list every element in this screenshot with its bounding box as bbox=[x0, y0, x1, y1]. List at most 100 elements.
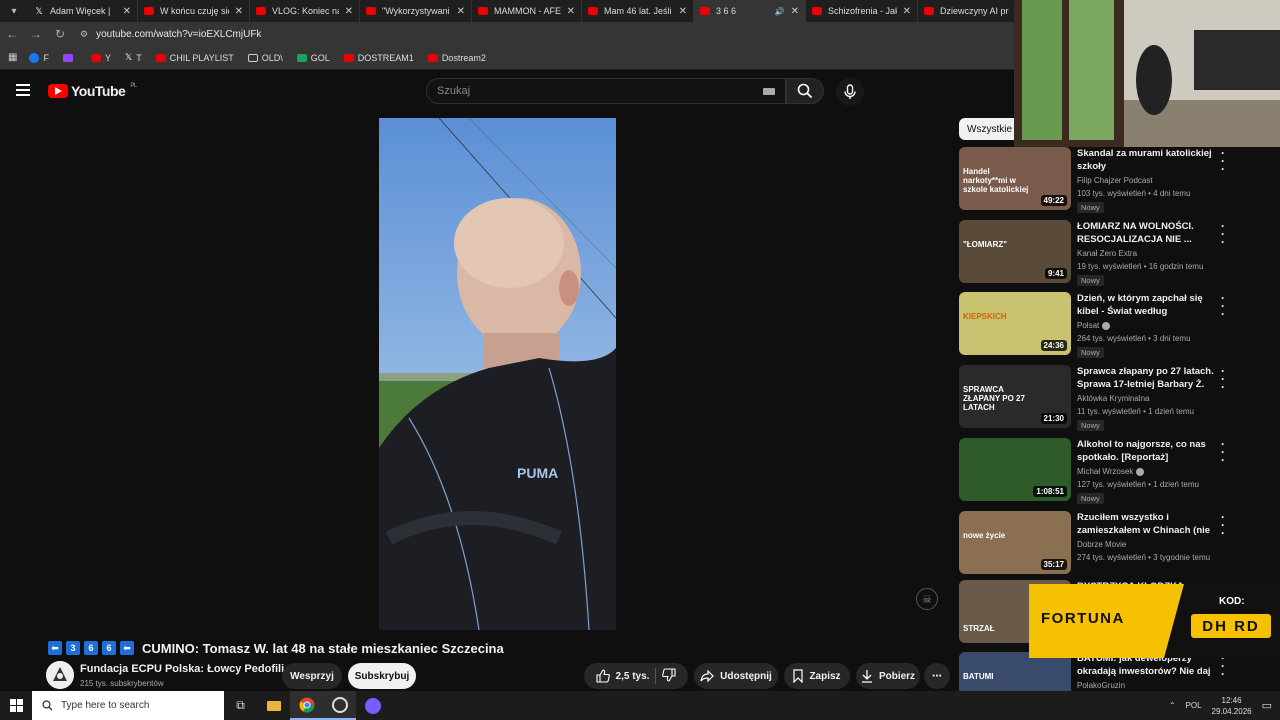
recommendation-channel[interactable]: Aktówka Kryminalna bbox=[1077, 394, 1149, 403]
close-tab-icon[interactable]: ✕ bbox=[567, 6, 575, 17]
video-player[interactable]: PUMA bbox=[379, 118, 616, 630]
filter-chip-all[interactable]: Wszystkie bbox=[959, 118, 1020, 140]
video-thumbnail[interactable]: KIEPSKICH 24:36 bbox=[959, 292, 1071, 355]
bookmark-item[interactable]: Dostream2 bbox=[427, 53, 486, 63]
download-button[interactable]: Pobierz bbox=[856, 663, 920, 689]
apps-grid-icon[interactable]: ▦ bbox=[8, 52, 17, 63]
video-thumbnail[interactable]: SPRAWCA ZŁAPANY PO 27 LATACH 21:30 bbox=[959, 365, 1071, 428]
more-options-icon[interactable]: ··· bbox=[1221, 292, 1225, 320]
search-input[interactable]: Szukaj bbox=[426, 78, 786, 104]
close-tab-icon[interactable]: ✕ bbox=[123, 6, 131, 17]
logo-text: YouTube bbox=[71, 83, 126, 99]
recommendation-item[interactable]: 1:08:51 Alkohol to najgorsze, co nas spot… bbox=[959, 438, 1259, 504]
bookmark-item[interactable]: OLD\ bbox=[247, 53, 283, 63]
site-info-icon[interactable]: ⚙ bbox=[80, 29, 88, 40]
dislike-button[interactable] bbox=[662, 667, 677, 685]
youtube-icon bbox=[924, 7, 934, 15]
browser-tab[interactable]: "Wykorzystywani ✕ bbox=[360, 0, 472, 22]
browser-tab[interactable]: MAMMON - AFER ✕ bbox=[472, 0, 582, 22]
recommendation-channel[interactable]: Michał Wrzosek bbox=[1077, 467, 1133, 476]
language-indicator[interactable]: POL bbox=[1186, 701, 1202, 710]
like-button[interactable]: 2,5 tys. bbox=[595, 669, 649, 683]
recommendation-item[interactable]: Handel narkoty**mi w szkole katolickiej 4… bbox=[959, 147, 1259, 213]
chrome-button[interactable] bbox=[290, 691, 323, 720]
app-button[interactable] bbox=[356, 691, 389, 720]
keyboard-icon[interactable] bbox=[763, 88, 775, 95]
more-options-icon[interactable]: ··· bbox=[1221, 147, 1225, 175]
recommendation-channel[interactable]: PolakoGruzin bbox=[1077, 681, 1125, 690]
video-thumbnail[interactable]: "ŁOMIARZ" 9:41 bbox=[959, 220, 1071, 283]
video-thumbnail[interactable]: 1:08:51 bbox=[959, 438, 1071, 501]
share-button[interactable]: Udostępnij bbox=[694, 663, 778, 689]
bookmark-item[interactable]: 𝕏T bbox=[125, 52, 142, 63]
close-tab-icon[interactable]: ✕ bbox=[903, 6, 911, 17]
close-tab-icon[interactable]: ✕ bbox=[791, 6, 799, 17]
video-thumbnail[interactable]: nowe życie 35:17 bbox=[959, 511, 1071, 574]
browser-tab[interactable]: W końcu czuję się ✕ bbox=[138, 0, 250, 22]
search-button[interactable] bbox=[786, 78, 824, 104]
bookmark-item[interactable]: Y bbox=[90, 53, 111, 63]
close-tab-icon[interactable]: ✕ bbox=[457, 6, 465, 17]
obs-button[interactable] bbox=[323, 691, 356, 720]
recommendation-title[interactable]: Skandal za murami katolickiej szkoły bbox=[1077, 147, 1217, 173]
recommendation-title[interactable]: ŁOMIARZ NA WOLNOŚCI. RESOCJALIZACJA NIE … bbox=[1077, 220, 1217, 246]
browser-tab[interactable]: Mam 46 lat. Jeśli ✕ bbox=[582, 0, 694, 22]
browser-tab[interactable]: 𝕏 Adam Więcek | ✕ bbox=[28, 0, 138, 22]
clock[interactable]: 12:46 29.04.2026 bbox=[1212, 695, 1252, 717]
title-badge: 3 bbox=[66, 641, 80, 655]
fortuna-ad-banner[interactable]: FORTUNA KOD: DH RD bbox=[1029, 584, 1280, 658]
bookmark-item[interactable]: F bbox=[29, 52, 49, 63]
task-view-button[interactable]: ⧉ bbox=[224, 691, 257, 720]
start-button[interactable] bbox=[0, 691, 32, 720]
bookmark-item[interactable]: DOSTREAM1 bbox=[343, 53, 414, 63]
recommendation-channel[interactable]: Kanał Zero Extra bbox=[1077, 249, 1137, 258]
file-explorer-button[interactable] bbox=[257, 691, 290, 720]
recommendation-item[interactable]: KIEPSKICH 24:36 Dzień, w którym zapchał si… bbox=[959, 292, 1259, 358]
recommendation-item[interactable]: "ŁOMIARZ" 9:41 ŁOMIARZ NA WOLNOŚCI. RESOCJ… bbox=[959, 220, 1259, 286]
support-button[interactable]: Wesprzyj bbox=[282, 663, 342, 689]
back-icon[interactable]: ← bbox=[0, 27, 24, 41]
video-duration: 21:30 bbox=[1040, 413, 1067, 424]
recommendation-channel[interactable]: Polsat bbox=[1077, 321, 1099, 330]
channel-name[interactable]: Fundacja ECPU Polska: Łowcy Pedofili bbox=[80, 663, 284, 675]
x-icon: 𝕏 bbox=[124, 52, 133, 62]
subscribe-button[interactable]: Subskrybuj bbox=[348, 663, 416, 689]
notifications-icon[interactable]: ▭ bbox=[1262, 699, 1272, 712]
recommendation-title[interactable]: Rzuciłem wszystko i zamieszkałem w China… bbox=[1077, 511, 1217, 537]
speaker-icon[interactable]: 🔊 bbox=[775, 7, 785, 16]
recommendation-title[interactable]: Sprawca złapany po 27 latach. Sprawa 17-… bbox=[1077, 365, 1217, 391]
close-tab-icon[interactable]: ✕ bbox=[679, 6, 687, 17]
recommendation-channel[interactable]: Dobrze Movie bbox=[1077, 540, 1126, 549]
browser-tab[interactable]: Schizofrenia - Jak ✕ bbox=[806, 0, 918, 22]
more-options-icon[interactable]: ··· bbox=[1221, 365, 1225, 393]
browser-tab[interactable]: 3 6 6 🔊 ✕ bbox=[694, 0, 806, 22]
save-button[interactable]: Zapisz bbox=[784, 663, 850, 689]
close-tab-icon[interactable]: ✕ bbox=[345, 6, 353, 17]
voice-search-button[interactable] bbox=[836, 78, 864, 106]
recommendation-title[interactable]: Alkohol to najgorsze, co nas spotkało. [… bbox=[1077, 438, 1217, 464]
bookmark-item[interactable] bbox=[62, 53, 77, 62]
taskbar-search-input[interactable]: Type here to search bbox=[32, 691, 224, 720]
reload-icon[interactable]: ↻ bbox=[48, 27, 72, 41]
recommendation-channel[interactable]: Filip Chajzer Podcast bbox=[1077, 176, 1153, 185]
youtube-logo[interactable]: YouTube PL bbox=[48, 83, 137, 99]
browser-tab[interactable]: VLOG: Koniec na ✕ bbox=[250, 0, 360, 22]
bookmark-item[interactable]: CHIL PLAYLIST bbox=[155, 53, 234, 63]
forward-icon[interactable]: → bbox=[24, 27, 48, 41]
tray-expand-icon[interactable]: ⌃ bbox=[1169, 701, 1176, 710]
recommendation-channel-row: Aktówka Kryminalna bbox=[1077, 394, 1149, 403]
more-options-icon[interactable]: ··· bbox=[1221, 511, 1225, 539]
more-actions-button[interactable]: ⋯ bbox=[924, 663, 950, 689]
tab-search-button[interactable]: ▾ bbox=[0, 0, 28, 22]
channel-watermark-icon[interactable]: ☠ bbox=[916, 588, 938, 610]
menu-icon[interactable] bbox=[16, 84, 30, 96]
bookmark-item[interactable]: GOL bbox=[296, 53, 330, 63]
video-thumbnail[interactable]: Handel narkoty**mi w szkole katolickiej 4… bbox=[959, 147, 1071, 210]
recommendation-title[interactable]: Dzień, w którym zapchał się kibel - Świa… bbox=[1077, 292, 1217, 318]
recommendation-item[interactable]: nowe życie 35:17 Rzuciłem wszystko i zamie… bbox=[959, 511, 1259, 577]
recommendation-item[interactable]: SPRAWCA ZŁAPANY PO 27 LATACH 21:30 Sprawca… bbox=[959, 365, 1259, 431]
more-options-icon[interactable]: ··· bbox=[1221, 438, 1225, 466]
more-options-icon[interactable]: ··· bbox=[1221, 220, 1225, 248]
close-tab-icon[interactable]: ✕ bbox=[235, 6, 243, 17]
channel-avatar[interactable] bbox=[46, 661, 74, 689]
